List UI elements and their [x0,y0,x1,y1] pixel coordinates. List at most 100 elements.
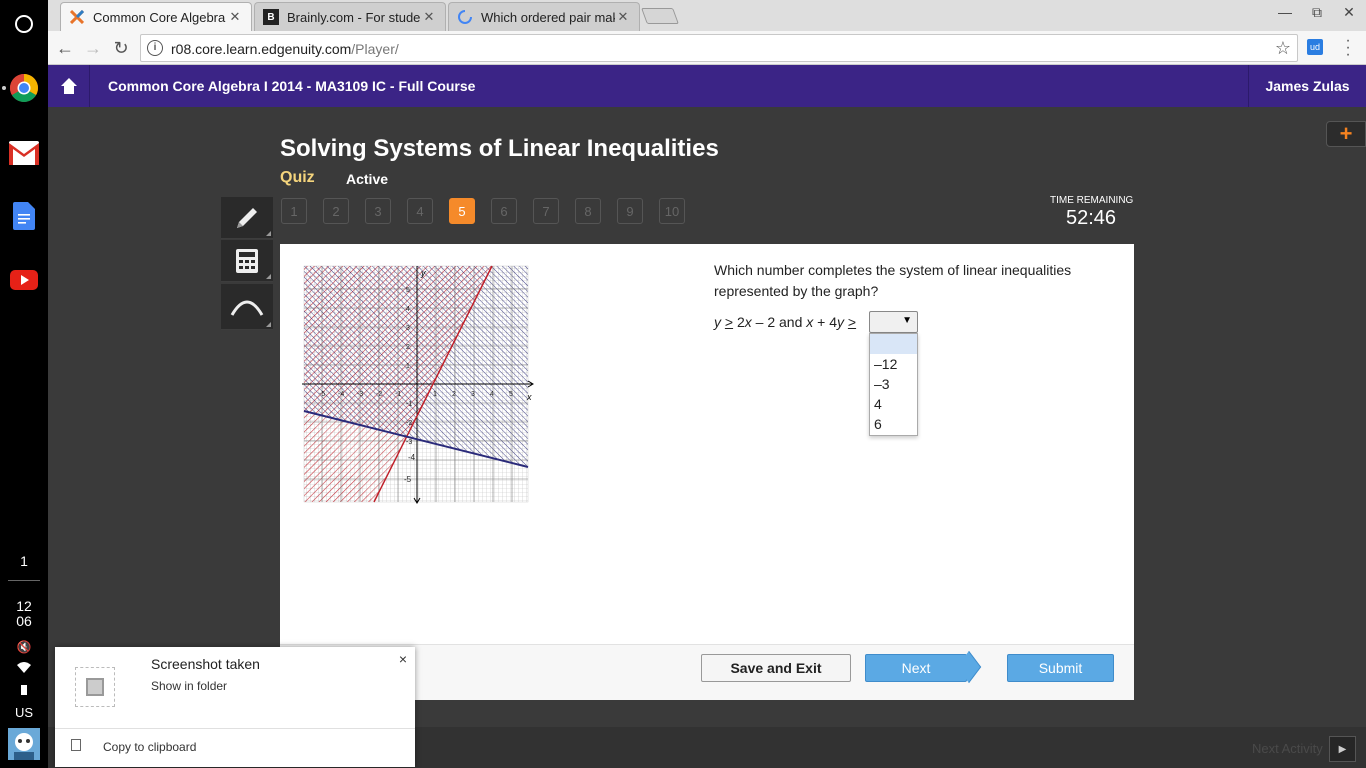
address-bar[interactable]: i r08.core.learn.edgenuity.com/Player/ ☆ [140,34,1298,62]
launcher-icon[interactable] [8,8,40,40]
screen: 1 12 06 🔇 US Common Core Algebra I ✕ B B… [0,0,1366,768]
answer-select[interactable]: ▼ [869,311,918,333]
user-name[interactable]: James Zulas [1248,65,1366,107]
dropdown-option[interactable]: 6 [870,414,917,434]
chrome-menu-icon[interactable]: · · · [1340,33,1356,63]
running-indicator [2,86,6,90]
save-and-exit-button[interactable]: Save and Exit [701,654,851,682]
clock-hour[interactable]: 12 [0,598,48,614]
question-nav-6[interactable]: 6 [491,198,517,224]
extension-icon[interactable]: ud [1307,39,1323,55]
tab-common-core[interactable]: Common Core Algebra I ✕ [60,2,252,31]
next-activity-label: Next Activity [1252,741,1323,756]
copy-to-clipboard-button[interactable]: Copy to clipboard [103,740,196,754]
chrome-icon[interactable] [8,72,40,104]
tab-title: Which ordered pair mak [481,9,615,25]
question-panel: x y -4 -5 -5 -4 -3 -2 -1 1 2 3 4 5 5 4 3 2 1 -1 -2 -3 Whi… [280,244,1134,644]
question-nav-3[interactable]: 3 [365,198,391,224]
x-tick-label: -4 [338,391,344,398]
question-nav-2[interactable]: 2 [323,198,349,224]
notification-divider [55,728,415,729]
close-window-icon[interactable]: ✕ [1334,4,1364,21]
mute-icon[interactable]: 🔇 [0,640,48,654]
y-tick-label: -5 [404,475,412,484]
activity-type: Quiz [280,169,315,186]
restore-icon[interactable]: ⧉ [1302,4,1332,21]
new-tab-button[interactable] [641,8,679,24]
y-tick-label: -1 [406,401,412,408]
tab-title: Brainly.com - For studen [287,9,421,25]
x-axis-label: x [526,392,532,402]
home-button[interactable] [48,65,90,107]
time-remaining-value: 52:46 [1066,207,1117,229]
dropdown-option[interactable]: –3 [870,374,917,394]
tab-close-icon[interactable]: ✕ [421,9,437,25]
url-text[interactable]: r08.core.learn.edgenuity.com/Player/ [171,41,399,57]
bookmark-star-icon[interactable]: ☆ [1275,38,1291,59]
dropdown-arrow-icon: ▼ [902,315,912,326]
y-tick-label: 5 [406,287,410,294]
pencil-tool-button[interactable] [221,197,273,239]
dropdown-option[interactable]: 4 [870,394,917,414]
dropdown-option[interactable]: –12 [870,354,917,374]
question-nav-1[interactable]: 1 [281,198,307,224]
notification-close-icon[interactable]: × [399,651,407,667]
x-tick-label: 4 [490,391,494,398]
clock-minute[interactable]: 06 [0,613,48,629]
show-in-folder-link[interactable]: Show in folder [151,679,227,693]
back-icon[interactable]: ← [53,36,77,60]
next-button[interactable]: Next [865,654,967,682]
status-divider [8,580,40,581]
course-title: Common Core Algebra I 2014 - MA3109 IC -… [108,78,476,94]
youtube-icon[interactable] [8,264,40,296]
os-shelf: 1 12 06 🔇 US [0,0,48,768]
question-nav-8[interactable]: 8 [575,198,601,224]
tab-strip: Common Core Algebra I ✕ B Brainly.com - … [48,0,1366,31]
question-nav-4[interactable]: 4 [407,198,433,224]
y-tick-label: -3 [406,439,412,446]
pencil-icon [237,207,257,228]
tab-which-ordered-pair[interactable]: Which ordered pair mak ✕ [448,2,640,31]
reload-icon[interactable]: ↻ [109,36,133,60]
x-tick-label: -1 [395,391,401,398]
y-tick-label: 4 [406,306,410,313]
tab-title: Common Core Algebra I [93,9,227,25]
minimize-icon[interactable]: — [1270,4,1300,20]
locale-indicator[interactable]: US [0,705,48,720]
y-tick-label: 2 [406,344,410,351]
next-activity-button[interactable]: ▶ [1329,736,1356,762]
gmail-icon[interactable] [8,137,40,169]
forward-icon[interactable]: → [81,36,105,60]
tab-brainly[interactable]: B Brainly.com - For studen ✕ [254,2,446,31]
x-tick-label: 3 [471,391,475,398]
avatar[interactable] [8,728,40,760]
plus-icon[interactable]: + [1326,121,1366,147]
x-tick-label: 5 [509,391,513,398]
x-tick-label: -3 [357,391,363,398]
home-icon [60,78,77,94]
docs-icon[interactable] [8,200,40,232]
time-remaining-label: TIME REMAINING [1050,195,1134,206]
tab-close-icon[interactable]: ✕ [615,9,631,25]
info-icon[interactable]: i [147,40,163,56]
wifi-icon[interactable] [0,660,48,676]
y-tick-label: 3 [406,325,410,332]
battery-icon[interactable] [0,683,48,699]
brainly-favicon-icon: B [263,9,279,25]
lesson-title: Solving Systems of Linear Inequalities [280,135,719,162]
calculator-tool-button[interactable] [221,240,273,282]
tab-close-icon[interactable]: ✕ [227,9,243,25]
answer-dropdown-list[interactable]: –12 –3 4 6 [869,333,918,436]
y-axis-label: y [420,268,426,278]
dropdown-option[interactable] [870,334,917,354]
notification-count[interactable]: 1 [0,553,48,569]
graph-tool-button[interactable] [221,284,273,330]
question-nav-7[interactable]: 7 [533,198,559,224]
screenshot-thumbnail[interactable] [75,667,115,707]
submit-button[interactable]: Submit [1007,654,1114,682]
question-nav-10[interactable]: 10 [659,198,685,224]
question-nav-5[interactable]: 5 [449,198,475,224]
question-nav-9[interactable]: 9 [617,198,643,224]
activity-status: Active [346,171,389,187]
course-header: Common Core Algebra I 2014 - MA3109 IC -… [48,65,1366,107]
